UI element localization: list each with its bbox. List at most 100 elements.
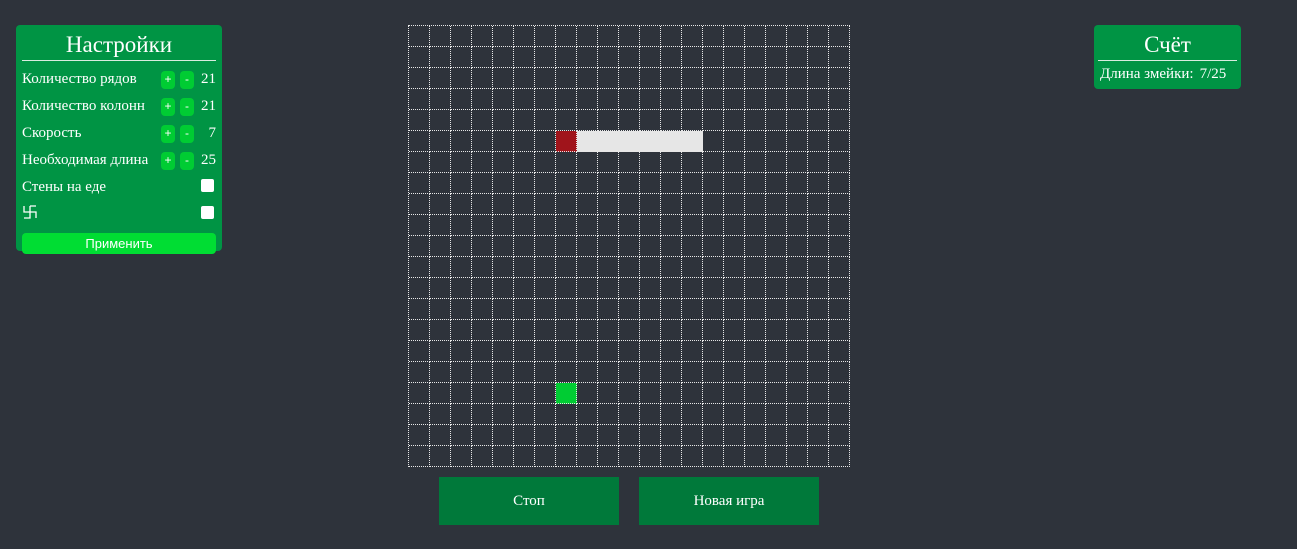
board-cell <box>493 131 514 152</box>
board-cell <box>808 362 829 383</box>
board-cell <box>535 89 556 110</box>
board-cell <box>682 215 703 236</box>
board-cell <box>514 299 535 320</box>
board-cell <box>409 425 430 446</box>
board-cell <box>472 278 493 299</box>
board-cell <box>409 236 430 257</box>
board-cell <box>808 278 829 299</box>
board-cell <box>808 236 829 257</box>
board-cell <box>472 446 493 467</box>
board-cell <box>745 341 766 362</box>
board-cell <box>829 215 850 236</box>
board-cell <box>472 425 493 446</box>
board-cell <box>745 173 766 194</box>
rows-plus-button[interactable]: + <box>161 70 175 89</box>
apply-button[interactable]: Применить <box>22 233 216 254</box>
board-cell <box>661 110 682 131</box>
board-cell <box>661 320 682 341</box>
speed-minus-button[interactable]: - <box>180 124 194 143</box>
board-cell <box>514 341 535 362</box>
rows-minus-button[interactable]: - <box>180 70 194 89</box>
board-cell <box>577 194 598 215</box>
board-cell <box>829 89 850 110</box>
stop-button[interactable]: Стоп <box>439 477 619 525</box>
game-board[interactable] <box>408 25 850 467</box>
board-cell <box>598 446 619 467</box>
length-plus-button[interactable]: + <box>161 151 175 170</box>
board-cell <box>535 320 556 341</box>
board-cell <box>598 47 619 68</box>
cols-plus-button[interactable]: + <box>161 97 175 116</box>
new-game-button[interactable]: Новая игра <box>639 477 819 525</box>
board-cell <box>514 110 535 131</box>
snake-body-segment <box>661 131 682 152</box>
board-cell <box>745 194 766 215</box>
board-cell <box>430 26 451 47</box>
board-cell <box>493 152 514 173</box>
board-cell <box>703 404 724 425</box>
board-cell <box>493 362 514 383</box>
board-cell <box>619 26 640 47</box>
board-cell <box>766 110 787 131</box>
board-cell <box>640 299 661 320</box>
board-cell <box>787 236 808 257</box>
board-cell <box>787 173 808 194</box>
board-cell <box>724 152 745 173</box>
board-cell <box>430 236 451 257</box>
board-cell <box>598 320 619 341</box>
board-cell <box>619 194 640 215</box>
speed-plus-button[interactable]: + <box>161 124 175 143</box>
board-cell <box>451 341 472 362</box>
board-cell <box>766 152 787 173</box>
board-cell <box>451 47 472 68</box>
board-cell <box>535 341 556 362</box>
board-cell <box>598 257 619 278</box>
snake-length-row: Длина змейки: 7/25 <box>1098 66 1237 83</box>
walls-on-food-checkbox[interactable] <box>201 179 214 192</box>
board-cell <box>598 89 619 110</box>
board-cell <box>661 362 682 383</box>
board-cell <box>808 320 829 341</box>
cols-minus-button[interactable]: - <box>180 97 194 116</box>
board-cell <box>682 47 703 68</box>
board-cell <box>661 194 682 215</box>
board-cell <box>556 152 577 173</box>
board-cell <box>682 404 703 425</box>
board-cell <box>577 110 598 131</box>
board-cell <box>535 215 556 236</box>
board-cell <box>787 68 808 89</box>
board-cell <box>724 257 745 278</box>
board-cell <box>577 89 598 110</box>
setting-cols: Количество колонн + - 21 <box>22 93 216 120</box>
board-cell <box>661 404 682 425</box>
board-cell <box>409 26 430 47</box>
board-cell <box>661 173 682 194</box>
board-cell <box>598 68 619 89</box>
board-cell <box>409 278 430 299</box>
board-cell <box>766 236 787 257</box>
board-cell <box>703 320 724 341</box>
board-cell <box>430 152 451 173</box>
cols-value: 21 <box>201 98 216 114</box>
board-cell <box>619 152 640 173</box>
board-cell <box>703 236 724 257</box>
board-cell <box>451 215 472 236</box>
board-cell <box>703 299 724 320</box>
board-cell <box>430 341 451 362</box>
board-cell <box>619 362 640 383</box>
board-cell <box>703 383 724 404</box>
board-cell <box>409 194 430 215</box>
board-cell <box>661 383 682 404</box>
settings-panel: Настройки Количество рядов + - 21 Количе… <box>16 25 222 254</box>
board-cell <box>682 89 703 110</box>
board-cell <box>745 425 766 446</box>
symbol-checkbox[interactable] <box>201 206 214 219</box>
board-cell <box>640 89 661 110</box>
board-cell <box>472 152 493 173</box>
board-cell <box>745 320 766 341</box>
score-title: Счёт <box>1098 25 1237 61</box>
board-cell <box>451 131 472 152</box>
board-cell <box>535 278 556 299</box>
board-cell <box>451 299 472 320</box>
length-minus-button[interactable]: - <box>180 151 194 170</box>
